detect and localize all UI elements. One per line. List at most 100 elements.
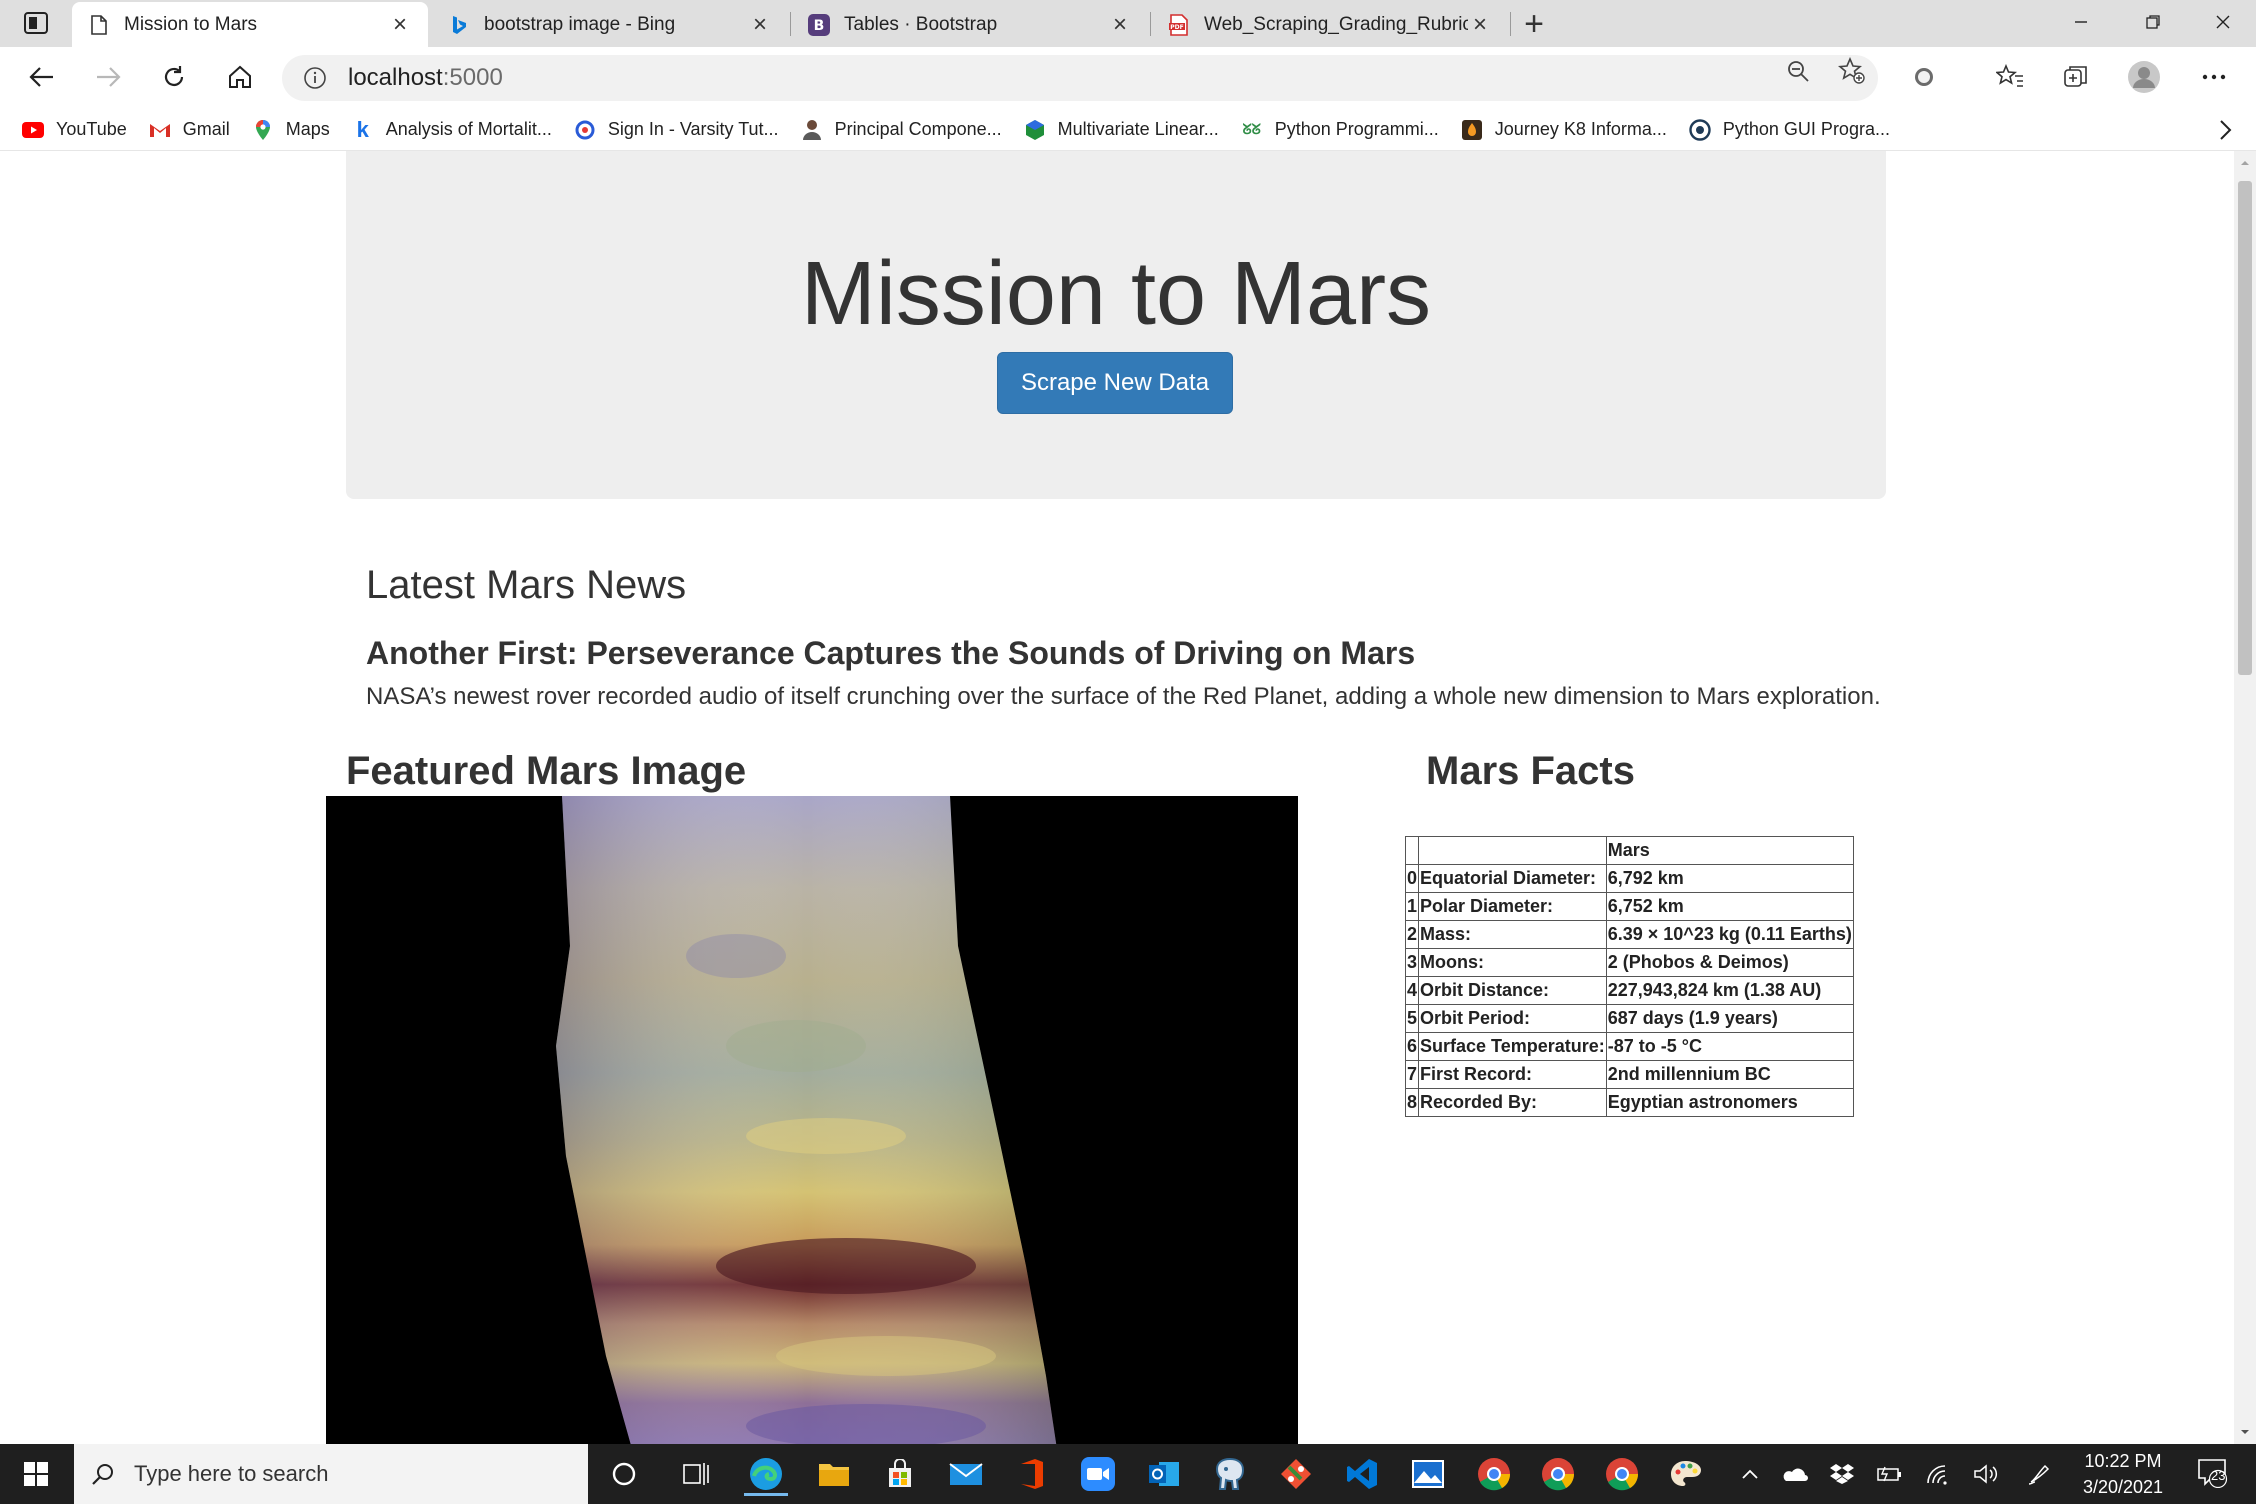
file-explorer-icon[interactable] [812, 1452, 856, 1496]
close-icon[interactable]: × [748, 11, 772, 38]
more-options-icon[interactable] [2192, 57, 2236, 97]
wifi-icon[interactable] [1924, 1460, 1952, 1488]
restore-button[interactable] [2120, 0, 2186, 44]
favorites-icon[interactable] [1988, 57, 2032, 97]
paint-icon[interactable] [1664, 1452, 1708, 1496]
bookmark-python-gui[interactable]: Python GUI Progra... [1689, 118, 1890, 141]
chevron-right-icon[interactable] [2212, 117, 2238, 143]
git-icon[interactable] [1274, 1452, 1318, 1496]
notifications-icon[interactable]: 23 [2196, 1456, 2230, 1490]
back-button[interactable] [20, 57, 64, 97]
table-row: 2 Mass: 6.39 × 10^23 kg (0.11 Earths) [1405, 920, 1854, 949]
outlook-icon[interactable] [1142, 1452, 1186, 1496]
chrome-icon[interactable] [1600, 1452, 1644, 1496]
photos-icon[interactable] [1406, 1452, 1450, 1496]
row-index: 0 [1405, 864, 1419, 893]
bookmark-analysis-mortality[interactable]: k Analysis of Mortalit... [352, 116, 552, 142]
k-icon: k [356, 116, 369, 142]
navigation-toolbar: localhost:5000 [0, 47, 2256, 109]
bookmark-gmail[interactable]: Gmail [149, 119, 230, 141]
onedrive-icon[interactable] [1780, 1460, 1808, 1488]
table-row: 6 Surface Temperature: -87 to -5 °C [1405, 1032, 1854, 1061]
zoom-icon[interactable] [1784, 57, 1812, 85]
bookmark-multivariate-linear[interactable]: Multivariate Linear... [1024, 119, 1219, 141]
fact-value: 6,752 km [1605, 892, 1854, 921]
close-icon[interactable]: × [1108, 11, 1132, 38]
bookmark-label: Gmail [182, 119, 230, 139]
page-viewport: Mission to Mars Scrape New Data Latest M… [0, 151, 2234, 1444]
search-placeholder: Type here to search [134, 1461, 329, 1486]
tab-actions-menu-icon[interactable] [20, 10, 52, 36]
collections-icon[interactable] [2054, 57, 2098, 97]
close-icon[interactable]: × [388, 11, 412, 38]
dropbox-icon[interactable] [1828, 1460, 1856, 1488]
fact-label: First Record: [1418, 1060, 1607, 1089]
tab-separator [1150, 12, 1151, 36]
vscode-icon[interactable] [1340, 1452, 1384, 1496]
chrome-icon[interactable] [1472, 1452, 1516, 1496]
volume-icon[interactable] [1972, 1460, 2000, 1488]
mars-facts-heading: Mars Facts [1426, 749, 1635, 793]
maps-icon [252, 119, 274, 141]
minimize-button[interactable] [2048, 0, 2114, 44]
taskbar-search-box[interactable]: Type here to search [74, 1444, 588, 1504]
extension-icon[interactable] [1902, 57, 1946, 97]
table-header-cell [1418, 836, 1607, 865]
battery-icon[interactable] [1876, 1460, 1904, 1488]
task-view-icon[interactable] [674, 1452, 718, 1496]
windows-start-icon[interactable] [0, 1444, 72, 1504]
system-clock[interactable]: 10:22 PM 3/20/2021 [2058, 1448, 2188, 1500]
fact-value: -87 to -5 °C [1605, 1032, 1854, 1061]
close-icon[interactable]: × [1468, 11, 1492, 38]
tab-title: Tables · Bootstrap [844, 13, 998, 35]
mail-icon[interactable] [944, 1452, 988, 1496]
refresh-button[interactable] [152, 57, 196, 97]
pen-icon[interactable] [2026, 1460, 2054, 1488]
fact-label: Recorded By: [1418, 1088, 1607, 1117]
tab-bing[interactable]: bootstrap image - Bing × [432, 2, 788, 47]
scrape-new-data-button[interactable]: Scrape New Data [997, 352, 1233, 414]
profile-avatar[interactable] [2122, 57, 2166, 97]
bookmark-maps[interactable]: Maps [252, 119, 330, 141]
new-tab-button[interactable]: + [1516, 4, 1552, 44]
forward-button[interactable] [86, 57, 130, 97]
favorites-bar: YouTube Gmail Maps k Analysis of Mortali… [0, 109, 2256, 151]
bookmark-label: Journey K8 Informa... [1494, 119, 1667, 139]
window-close-button[interactable] [2190, 0, 2256, 44]
home-button[interactable] [218, 57, 262, 97]
varsity-icon [574, 119, 596, 141]
chrome-icon[interactable] [1536, 1452, 1580, 1496]
fact-label: Orbit Period: [1418, 1004, 1607, 1033]
chevron-up-icon[interactable] [1736, 1460, 1764, 1488]
address-bar[interactable]: localhost:5000 [282, 55, 1878, 101]
info-icon[interactable] [302, 65, 328, 91]
row-index: 7 [1405, 1060, 1419, 1089]
bookmark-youtube[interactable]: YouTube [22, 119, 127, 141]
table-row: 4 Orbit Distance: 227,943,824 km (1.38 AU) [1405, 976, 1854, 1005]
bookmark-varsity[interactable]: Sign In - Varsity Tut... [574, 119, 779, 141]
scrollbar-thumb[interactable] [2238, 181, 2252, 675]
tab-bootstrap[interactable]: B Tables · Bootstrap × [792, 2, 1148, 47]
add-favorite-icon[interactable] [1838, 57, 1866, 85]
edge-icon[interactable] [744, 1452, 788, 1496]
zoom-app-icon[interactable] [1076, 1452, 1120, 1496]
page-scrollbar[interactable] [2234, 151, 2256, 1444]
latest-news-heading: Latest Mars News [366, 563, 687, 607]
row-index: 6 [1405, 1032, 1419, 1061]
bookmark-python-programming[interactable]: ᘜᘜ Python Programmi... [1241, 119, 1439, 141]
scroll-up-icon[interactable] [2239, 157, 2251, 169]
tab-mission-to-mars[interactable]: Mission to Mars × [72, 2, 428, 47]
bookmark-journey-k8[interactable]: Journey K8 Informa... [1461, 119, 1667, 141]
store-icon[interactable] [878, 1452, 922, 1496]
bookmark-principal-components[interactable]: Principal Compone... [801, 119, 1002, 141]
postgres-icon[interactable] [1208, 1452, 1252, 1496]
url-text[interactable]: localhost:5000 [348, 64, 503, 92]
cortana-icon[interactable] [602, 1452, 646, 1496]
bootstrap-icon: B [808, 13, 830, 36]
row-index: 4 [1405, 976, 1419, 1005]
news-paragraph: NASA’s newest rover recorded audio of it… [366, 683, 1881, 710]
office-icon[interactable] [1010, 1452, 1054, 1496]
scroll-down-icon[interactable] [2239, 1426, 2251, 1438]
tab-pdf-rubric[interactable]: PDF Web_Scraping_Grading_Rubric.p × [1152, 2, 1508, 47]
table-row: 1 Polar Diameter: 6,752 km [1405, 892, 1854, 921]
